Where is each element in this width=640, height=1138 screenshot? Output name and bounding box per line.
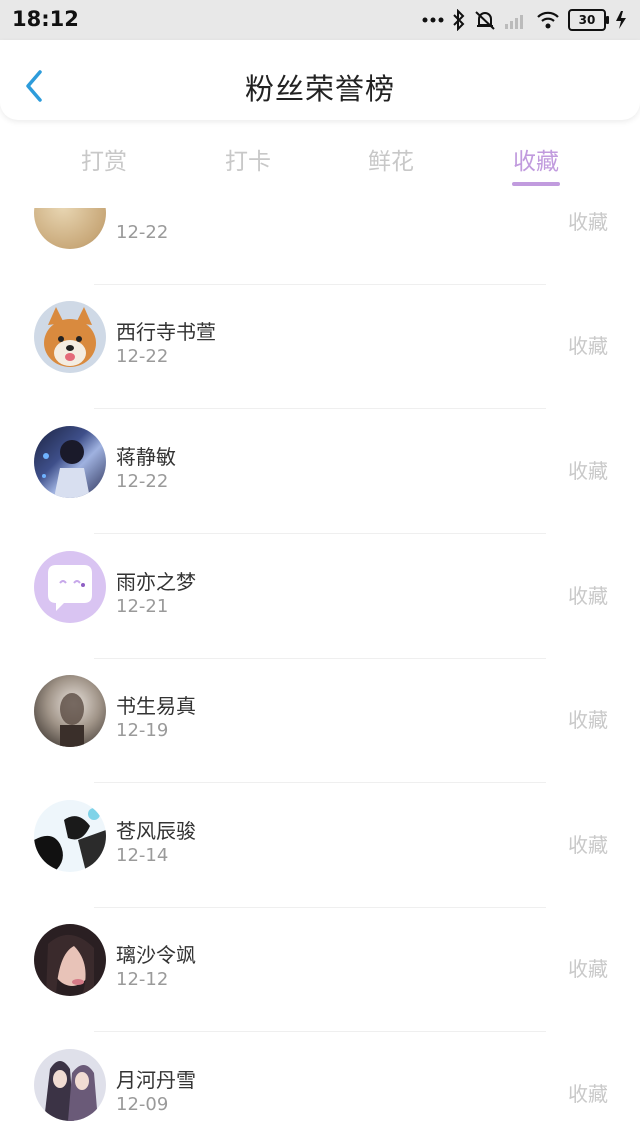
avatar bbox=[34, 426, 106, 498]
favorite-action[interactable]: 收藏 bbox=[568, 1078, 608, 1107]
fan-name: 璃沙令飒 bbox=[116, 943, 196, 967]
favorite-action[interactable]: 收藏 bbox=[568, 829, 608, 858]
avatar bbox=[34, 675, 106, 747]
list-item[interactable]: 书生易真 12-19 收藏 bbox=[0, 658, 640, 783]
charging-icon bbox=[616, 11, 626, 29]
signal-icon bbox=[505, 15, 523, 29]
status-bar: 18:12 30 bbox=[0, 0, 640, 40]
fan-name: 蒋静敏 bbox=[116, 445, 176, 469]
battery-icon: 30 bbox=[568, 9, 609, 31]
avatar bbox=[34, 924, 106, 996]
favorite-action[interactable]: 收藏 bbox=[568, 704, 608, 733]
list-item[interactable]: 苍风辰骏 12-14 收藏 bbox=[0, 783, 640, 908]
default-avatar-icon bbox=[34, 551, 106, 623]
fan-date: 12-22 bbox=[116, 471, 169, 492]
fan-name: 月河丹雪 bbox=[116, 1068, 196, 1092]
tab-bar: 打赏 打卡 鲜花 收藏 bbox=[0, 128, 640, 188]
tab-favorite-label: 收藏 bbox=[513, 149, 559, 175]
status-icons: 30 bbox=[422, 8, 632, 32]
list-item[interactable]: 雨亦之梦 12-21 收藏 bbox=[0, 534, 640, 659]
list-item[interactable]: 璃沙令飒 12-12 收藏 bbox=[0, 907, 640, 1032]
tab-checkin[interactable]: 打卡 bbox=[188, 142, 308, 176]
fan-date: 12-19 bbox=[116, 720, 169, 741]
favorite-action[interactable]: 收藏 bbox=[568, 953, 608, 982]
list-item[interactable]: 西行寺书萱 12-22 收藏 bbox=[0, 284, 640, 409]
fan-date: 12-12 bbox=[116, 969, 169, 990]
list-item[interactable]: 蒋静敏 12-22 收藏 bbox=[0, 409, 640, 534]
fan-name: 西行寺书萱 bbox=[116, 320, 216, 344]
favorite-action[interactable]: 收藏 bbox=[568, 580, 608, 609]
avatar bbox=[34, 800, 106, 872]
tab-flower[interactable]: 鲜花 bbox=[331, 142, 451, 176]
active-tab-indicator bbox=[512, 182, 560, 186]
header: 粉丝荣誉榜 bbox=[0, 40, 640, 120]
tab-reward[interactable]: 打赏 bbox=[44, 142, 164, 176]
fan-name: 雨亦之梦 bbox=[116, 570, 196, 594]
mute-bell-icon bbox=[475, 11, 495, 30]
favorite-action[interactable]: 收藏 bbox=[568, 330, 608, 359]
tab-favorite[interactable]: 收藏 bbox=[476, 142, 596, 186]
fan-date: 12-21 bbox=[116, 596, 169, 617]
list-item[interactable]: 12-22 收藏 bbox=[0, 208, 640, 285]
avatar bbox=[34, 208, 106, 249]
fan-name: 苍风辰骏 bbox=[116, 819, 196, 843]
avatar bbox=[34, 1049, 106, 1121]
avatar bbox=[34, 301, 106, 373]
fan-name: 书生易真 bbox=[116, 694, 196, 718]
fan-date: 12-22 bbox=[116, 222, 169, 243]
page-title: 粉丝荣誉榜 bbox=[244, 72, 395, 106]
bluetooth-icon bbox=[453, 9, 465, 31]
more-dots-icon bbox=[422, 17, 444, 23]
fan-date: 12-22 bbox=[116, 346, 169, 367]
wifi-icon bbox=[537, 11, 559, 29]
fan-date: 12-14 bbox=[116, 845, 169, 866]
fan-list[interactable]: 12-22 收藏 西行寺书萱 12-22 收藏 蒋静敏 12-22 收藏 雨亦之… bbox=[0, 208, 640, 1138]
status-time: 18:12 bbox=[12, 7, 79, 31]
fan-date: 12-09 bbox=[116, 1094, 169, 1115]
list-item[interactable]: 月河丹雪 12-09 收藏 bbox=[0, 1032, 640, 1138]
favorite-action[interactable]: 收藏 bbox=[568, 455, 608, 484]
favorite-action[interactable]: 收藏 bbox=[568, 208, 608, 235]
